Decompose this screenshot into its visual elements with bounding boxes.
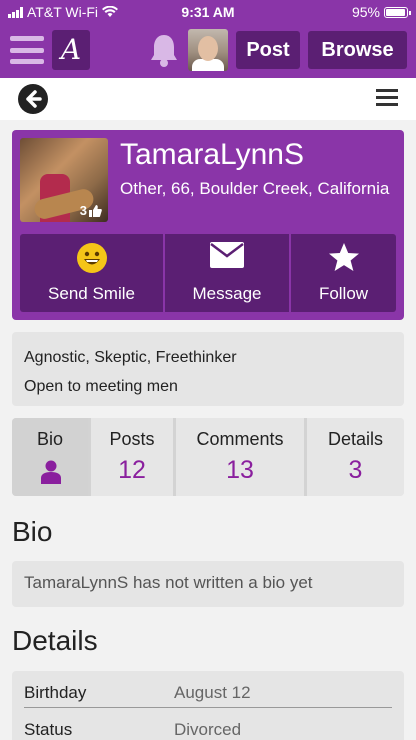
details-value: Divorced (174, 720, 242, 739)
seeking-text: Open to meeting men (24, 378, 178, 395)
follow-button[interactable]: Follow (291, 234, 396, 312)
message-label: Message (192, 284, 262, 303)
profile-location: Other, 66, Boulder Creek, California (120, 179, 390, 198)
user-avatar[interactable] (188, 29, 228, 71)
message-button[interactable]: Message (165, 234, 289, 312)
back-arrow-icon[interactable] (18, 84, 48, 114)
bio-text-box: TamaraLynnS has not written a bio yet (12, 561, 404, 607)
tab-comments-label: Comments (196, 429, 284, 449)
post-button[interactable]: Post (236, 31, 300, 69)
battery-icon (384, 6, 411, 18)
beliefs-text: Agnostic, Skeptic, Freethinker (24, 349, 237, 366)
details-key: Status (24, 720, 73, 739)
tab-details-count: 3 (348, 456, 363, 484)
page-menu-icon[interactable] (376, 89, 398, 106)
profile-photo[interactable]: 3 (20, 138, 108, 222)
app-logo[interactable]: A (52, 30, 90, 70)
profile-username: TamaraLynnS (120, 138, 304, 171)
tab-details[interactable]: Details 3 (307, 418, 404, 496)
likes-count: 3 (79, 203, 87, 218)
page-toolbar (0, 78, 416, 120)
details-row-status: Status Divorced (24, 708, 392, 740)
smiley-icon (76, 243, 107, 273)
battery-group: 95% (351, 4, 411, 20)
tab-posts[interactable]: Posts 12 (91, 418, 176, 496)
notification-bell-icon[interactable] (148, 32, 180, 68)
likes-badge: 3 (80, 203, 102, 218)
details-section-title: Details (12, 625, 98, 656)
tab-comments[interactable]: Comments 13 (176, 418, 307, 496)
tab-bio[interactable]: Bio (12, 418, 91, 496)
profile-tabs: Bio Posts 12 Comments 13 Details 3 (12, 418, 404, 496)
tab-comments-count: 13 (226, 456, 254, 484)
main-menu-icon[interactable] (10, 36, 44, 64)
details-value: August 12 (174, 683, 251, 702)
tab-bio-label: Bio (36, 429, 63, 449)
tab-posts-label: Posts (109, 429, 155, 449)
battery-percent: 95% (351, 4, 380, 20)
details-row-birthday: Birthday August 12 (24, 671, 392, 708)
status-bar: AT&T Wi-Fi 9:31 AM 95% (0, 0, 416, 24)
send-smile-button[interactable]: Send Smile (20, 234, 163, 312)
top-navbar: A Post Browse (0, 24, 416, 78)
profile-card: 3 TamaraLynnS Other, 66, Boulder Creek, … (12, 130, 404, 320)
envelope-icon (210, 242, 244, 268)
send-smile-label: Send Smile (48, 284, 135, 303)
thumbs-up-icon (89, 204, 102, 217)
bio-text: TamaraLynnS has not written a bio yet (24, 573, 313, 592)
tab-details-label: Details (327, 429, 384, 449)
details-table: Birthday August 12 Status Divorced (12, 671, 404, 740)
details-key: Birthday (24, 683, 87, 702)
star-icon (328, 243, 359, 271)
browse-button[interactable]: Browse (308, 31, 407, 69)
about-box: Agnostic, Skeptic, Freethinker Open to m… (12, 332, 404, 406)
tab-posts-count: 12 (118, 456, 146, 484)
person-icon (41, 460, 61, 484)
follow-label: Follow (318, 284, 369, 303)
bio-section-title: Bio (12, 516, 53, 547)
